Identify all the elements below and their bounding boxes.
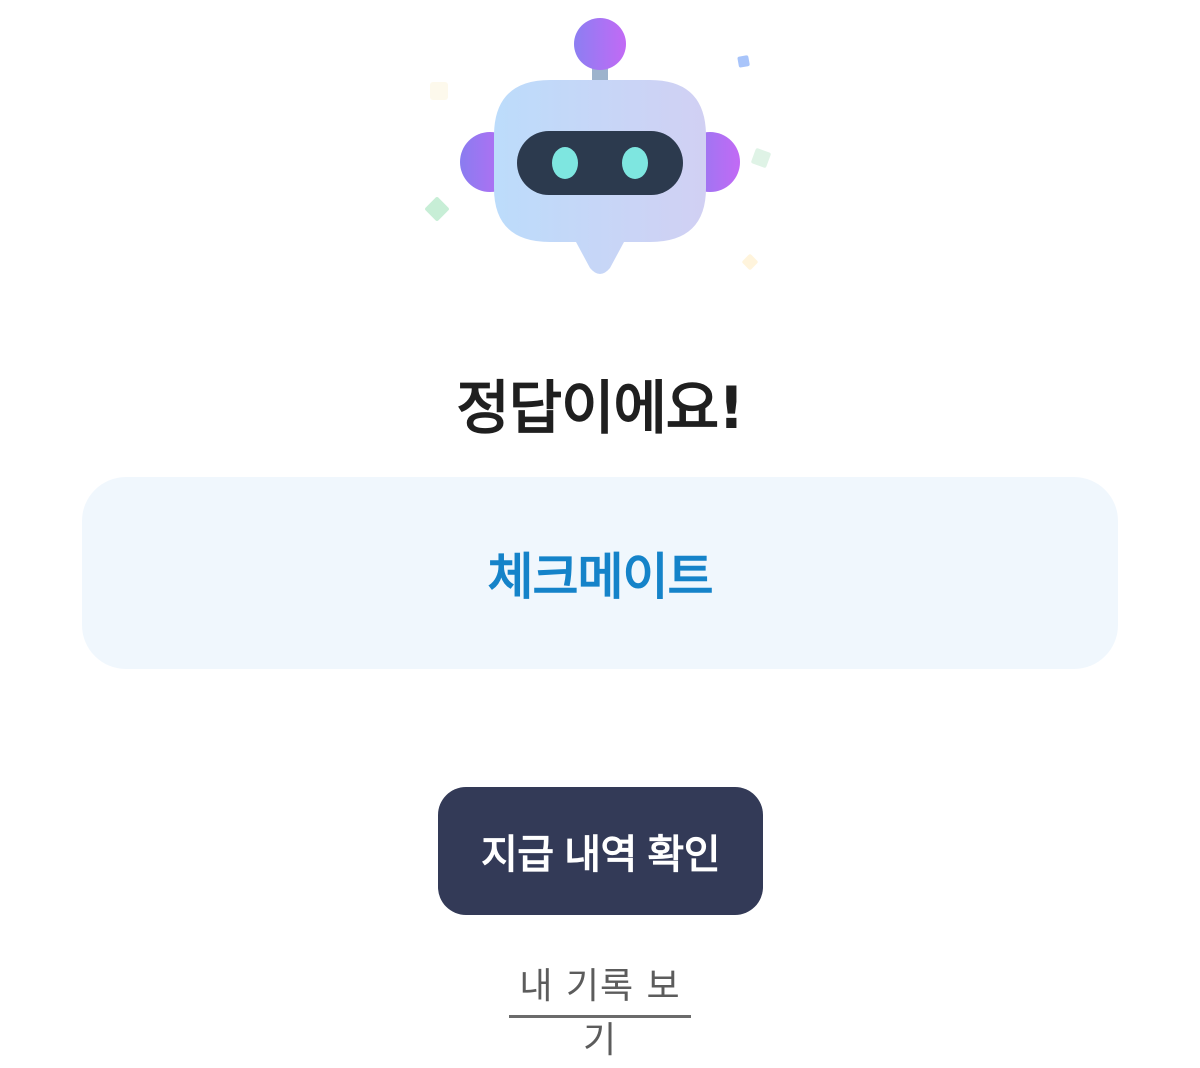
robot-right-eye <box>622 147 648 179</box>
payout-history-button-label: 지급 내역 확인 <box>480 833 721 877</box>
confetti-shape <box>742 254 758 270</box>
robot-left-eye <box>552 147 578 179</box>
confetti-shape <box>737 55 750 68</box>
robot-visor <box>517 131 683 195</box>
my-record-link[interactable]: 내 기록 보기 <box>509 960 691 1061</box>
answer-card: 체크메이트 <box>82 477 1118 669</box>
confetti-shape <box>430 82 448 100</box>
confetti-shape <box>751 148 771 168</box>
my-record-link-label: 내 기록 보기 <box>519 966 681 1061</box>
confetti-shape <box>425 197 449 221</box>
result-title: 정답이에요! <box>456 374 744 442</box>
answer-text: 체크메이트 <box>487 548 714 606</box>
payout-history-button[interactable]: 지급 내역 확인 <box>438 787 763 915</box>
chatbot-robot-icon <box>410 10 790 290</box>
robot-antenna-ball <box>574 18 626 70</box>
